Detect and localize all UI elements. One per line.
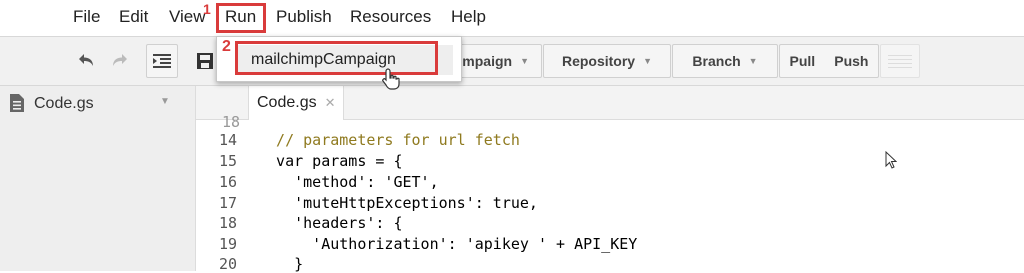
repository-button[interactable]: Repository ▼ [543, 44, 671, 78]
toolbar: mpaign ▼ Repository ▼ Branch ▼ Pull Push [0, 36, 1024, 86]
select-function-label: mpaign [462, 53, 513, 69]
menu-view[interactable]: View [169, 6, 206, 28]
code-line: 'Authorization': 'apikey ' + API_KEY [258, 235, 638, 253]
indent-icon [153, 54, 171, 68]
code-line: 'muteHttpExceptions': true, [258, 194, 538, 212]
code-line: } [258, 255, 304, 273]
menu-edit[interactable]: Edit [119, 6, 148, 28]
function-highlight-box [235, 41, 438, 75]
chevron-down-icon: ▼ [643, 56, 653, 66]
save-icon[interactable] [196, 49, 216, 73]
step-1-label: 1 [203, 1, 211, 17]
menu-bar: File Edit View Run Publish Resources Hel… [0, 0, 1024, 36]
line-number: 20 [219, 255, 238, 273]
menu-lines-icon [888, 55, 912, 68]
repository-label: Repository [561, 53, 636, 69]
close-icon[interactable]: ✕ [325, 95, 336, 111]
pull-push-group: Pull Push [779, 44, 879, 78]
redo-icon[interactable] [108, 49, 132, 73]
line-number: 18 [222, 113, 241, 131]
chevron-down-icon: ▼ [520, 56, 529, 66]
hand-cursor-icon [382, 68, 400, 90]
file-name-label: Code.gs [34, 95, 94, 112]
menu-lines-button[interactable] [880, 44, 920, 78]
code-line: var params = { [258, 152, 403, 170]
push-button[interactable]: Push [834, 53, 868, 69]
menu-resources[interactable]: Resources [350, 6, 431, 28]
code-line-comment: // parameters for url fetch [258, 131, 520, 149]
menu-help[interactable]: Help [451, 6, 486, 28]
chevron-down-icon[interactable]: ▼ [160, 96, 170, 107]
branch-button[interactable]: Branch ▼ [672, 44, 778, 78]
code-line: 'method': 'GET', [258, 173, 439, 191]
file-icon [10, 94, 24, 112]
menu-publish[interactable]: Publish [276, 6, 332, 28]
undo-icon[interactable] [74, 49, 98, 73]
mouse-pointer-icon [885, 151, 897, 169]
step-2-label: 2 [222, 38, 231, 55]
tab-label: Code.gs [257, 94, 317, 111]
menu-file[interactable]: File [73, 6, 100, 28]
branch-label: Branch [692, 53, 741, 69]
indent-button[interactable] [146, 44, 178, 78]
file-entry-code-gs[interactable]: Code.gs ▼ [0, 86, 196, 122]
run-highlight-box [216, 3, 266, 33]
chevron-down-icon: ▼ [748, 56, 758, 66]
code-line: 'headers': { [258, 214, 403, 232]
pull-button[interactable]: Pull [790, 53, 816, 69]
